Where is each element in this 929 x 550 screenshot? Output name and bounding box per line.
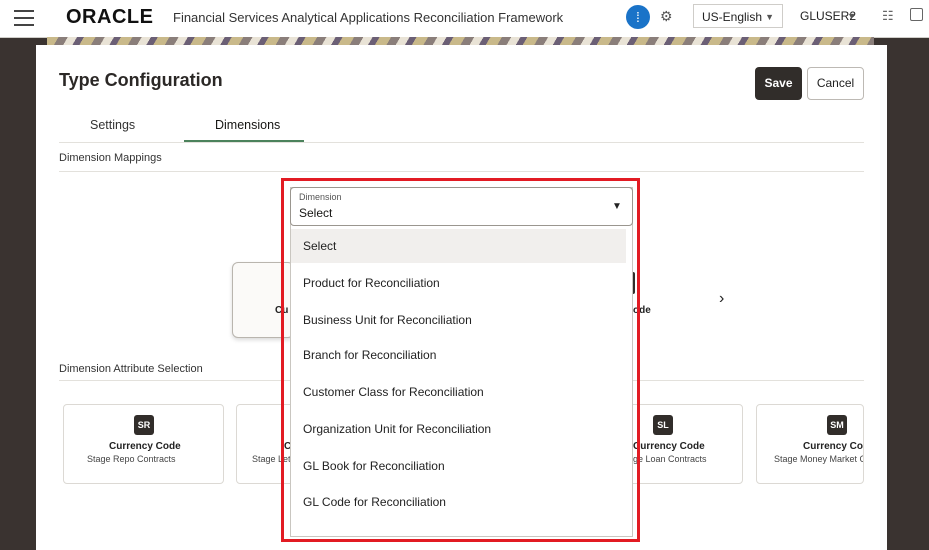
chevron-right-icon[interactable]: › bbox=[719, 290, 724, 308]
card-badge: SR bbox=[134, 415, 154, 435]
card-title: Currency Code bbox=[109, 441, 181, 452]
tabs-divider bbox=[59, 142, 864, 143]
card-subtitle: Stage Repo Contracts bbox=[87, 454, 176, 464]
hierarchy-icon[interactable]: ☷ bbox=[882, 8, 894, 24]
card-title: Currency Code bbox=[803, 441, 864, 452]
dimension-mappings-title: Dimension Mappings bbox=[59, 152, 162, 164]
card-badge: SL bbox=[653, 415, 673, 435]
page-title: Type Configuration bbox=[59, 70, 223, 90]
cancel-button[interactable]: Cancel bbox=[807, 67, 864, 100]
language-select[interactable]: US-English ▼ bbox=[693, 4, 783, 28]
card-badge: SM bbox=[827, 415, 847, 435]
highlight-box bbox=[281, 178, 640, 542]
apps-grid-icon[interactable]: ⁞ bbox=[626, 5, 650, 29]
hamburger-icon[interactable] bbox=[14, 10, 34, 26]
decorative-banner bbox=[47, 37, 874, 45]
card-subtitle: ge Loan Contracts bbox=[633, 454, 707, 464]
attribute-card[interactable]: SR Currency Code Stage Repo Contracts bbox=[63, 404, 224, 484]
dimension-attribute-title: Dimension Attribute Selection bbox=[59, 363, 203, 375]
tab-settings[interactable]: Settings bbox=[90, 118, 135, 132]
save-button[interactable]: Save bbox=[755, 67, 802, 100]
chevron-down-icon: ▼ bbox=[847, 11, 856, 21]
chevron-down-icon: ▼ bbox=[765, 12, 774, 22]
oracle-logo: ORACLE bbox=[66, 6, 154, 28]
app-title: Financial Services Analytical Applicatio… bbox=[173, 10, 564, 25]
divider bbox=[59, 171, 864, 172]
window-icon[interactable] bbox=[910, 8, 923, 21]
top-bar: ORACLE Financial Services Analytical App… bbox=[0, 0, 929, 38]
active-tab-indicator bbox=[184, 140, 304, 142]
card-subtitle: Stage Money Market C bbox=[774, 454, 864, 464]
language-value: US-English bbox=[702, 10, 763, 24]
user-settings-icon[interactable]: ⚙ bbox=[660, 8, 673, 25]
card-title: Currency Code bbox=[633, 441, 705, 452]
attribute-card[interactable]: SM Currency Code Stage Money Market C bbox=[756, 404, 864, 484]
user-menu[interactable]: GLUSER2 ▼ bbox=[792, 4, 864, 28]
tab-dimensions[interactable]: Dimensions bbox=[215, 118, 280, 132]
